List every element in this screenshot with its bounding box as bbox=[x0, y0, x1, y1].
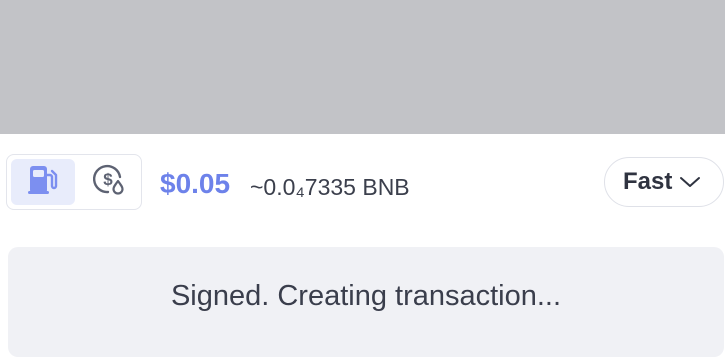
svg-text:$: $ bbox=[103, 170, 113, 189]
chevron-down-icon bbox=[678, 174, 702, 190]
transaction-status-message: Signed. Creating transaction... bbox=[170, 280, 562, 312]
transaction-status-panel: Signed. Creating transaction... bbox=[8, 247, 724, 357]
fee-mode-toggle: $ bbox=[6, 154, 142, 210]
dollar-coin-drop-icon: $ bbox=[91, 162, 127, 203]
usd-mode-button[interactable]: $ bbox=[77, 159, 141, 205]
modal-backdrop bbox=[0, 0, 725, 134]
fee-speed-dropdown[interactable]: Fast bbox=[604, 157, 724, 207]
gas-pump-icon bbox=[26, 163, 60, 202]
fee-usd-amount: $0.05 bbox=[160, 168, 231, 199]
network-fee-row: $ $0.05 ~0.0₄7335 BNB Fast bbox=[0, 134, 725, 234]
fee-native-amount: ~0.0₄7335 BNB bbox=[250, 174, 410, 200]
fee-speed-label: Fast bbox=[623, 168, 673, 195]
gas-mode-button[interactable] bbox=[11, 159, 75, 205]
